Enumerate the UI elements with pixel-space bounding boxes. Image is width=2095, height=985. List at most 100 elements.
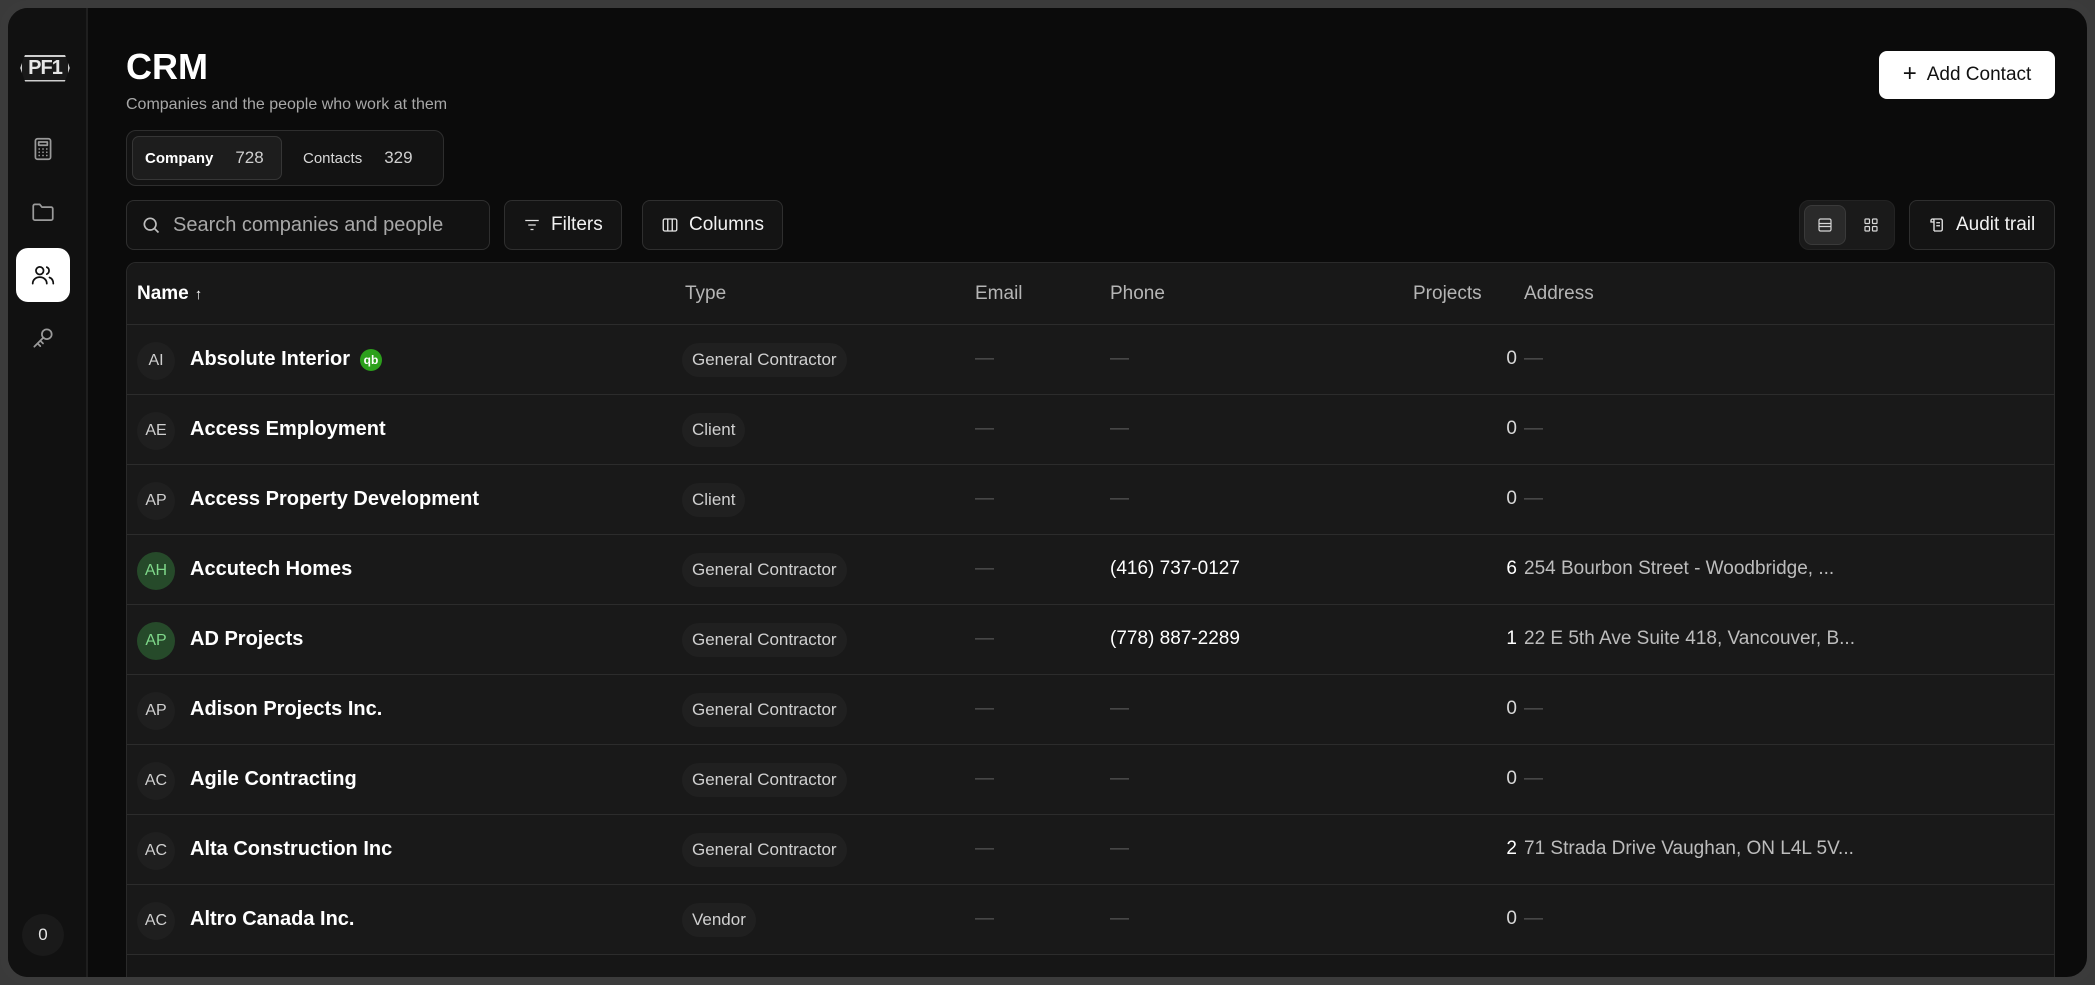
column-header-projects[interactable]: Projects (1413, 283, 1482, 305)
email-cell: — (975, 908, 994, 929)
projects-cell: 1 (1506, 628, 1517, 649)
company-name[interactable]: Absolute Interior qb (190, 348, 383, 371)
phone-cell: (778) 887-2289 (1110, 628, 1240, 649)
logo-text: PF1 (20, 54, 70, 82)
projects-cell: 0 (1506, 768, 1517, 789)
app-logo[interactable]: PF1 (16, 54, 74, 82)
company-name[interactable]: Alta Construction Inc (190, 838, 392, 861)
avatar: AC (137, 832, 175, 870)
company-name-text: Access Property Development (190, 488, 480, 510)
column-header-name[interactable]: Name ↑ (137, 283, 202, 305)
nav-projects[interactable] (16, 185, 70, 239)
company-name[interactable]: Altro Canada Inc. (190, 908, 354, 931)
company-name-text: Access Employment (190, 418, 386, 440)
columns-button[interactable]: Columns (642, 200, 783, 250)
projects-cell: 0 (1506, 418, 1517, 439)
avatar: AC (137, 762, 175, 800)
company-name[interactable]: Access Employment (190, 418, 386, 441)
table-row[interactable]: AI Absolute Interior qb General Contractor —… (127, 325, 2054, 395)
phone-cell: — (1110, 838, 1129, 859)
nav-calculator[interactable] (16, 122, 70, 176)
avatar: AC (137, 902, 175, 940)
audit-trail-label: Audit trail (1956, 214, 2036, 235)
table-row[interactable]: AP AD Projects General Contractor — (778) 88… (127, 605, 2054, 675)
company-name[interactable]: Access Property Development (190, 488, 479, 511)
table-row[interactable]: AC Agile Contracting General Contractor — — 0… (127, 745, 2054, 815)
nav-keys[interactable] (16, 311, 70, 365)
nav-crm[interactable] (16, 248, 70, 302)
company-name[interactable]: Adison Projects Inc. (190, 698, 382, 721)
company-name-text: Alta Construction Inc (190, 838, 393, 860)
companies-table: Name ↑ Type Email Phone Projects Address … (126, 262, 2055, 977)
phone-cell: — (1110, 348, 1129, 369)
grid-view-icon (1864, 218, 1878, 232)
email-cell: — (975, 488, 994, 509)
column-header-phone[interactable]: Phone (1110, 283, 1165, 305)
projects-cell: 6 (1506, 558, 1517, 579)
email-cell: — (975, 768, 994, 789)
table-row[interactable]: AC Altro Canada Inc. Vendor — — 0 — (127, 885, 2054, 955)
column-header-email[interactable]: Email (975, 283, 1023, 305)
list-view-button[interactable] (1804, 205, 1846, 245)
tab-label: Contacts (303, 149, 363, 167)
filters-button[interactable]: Filters (504, 200, 622, 250)
phone-cell: — (1110, 488, 1129, 509)
company-name-text: Accutech Homes (190, 558, 353, 580)
search-icon (143, 217, 160, 234)
address-cell: — (1524, 768, 1543, 789)
phone-cell: — (1110, 768, 1129, 789)
columns-icon (662, 218, 678, 232)
type-badge: Vendor (682, 903, 756, 937)
avatar: AI (137, 342, 175, 380)
calculator-icon (34, 137, 52, 161)
type-badge: Client (682, 413, 746, 447)
sidebar: PF1 0 (8, 8, 88, 977)
tab-contacts[interactable]: Contacts 329 (291, 136, 439, 180)
address-cell: 22 E 5th Ave Suite 418, Vancouver, B... (1524, 628, 1855, 649)
add-contact-button[interactable]: + Add Contact (1879, 51, 2055, 99)
type-badge: General Contractor (682, 763, 847, 797)
entity-tabs: Company 728 Contacts 329 (126, 130, 444, 186)
projects-cell: 0 (1506, 488, 1517, 509)
column-header-type[interactable]: Type (685, 283, 726, 305)
email-cell: — (975, 628, 994, 649)
table-row[interactable]: AE Access Employment Client — — 0 — (127, 395, 2054, 465)
projects-cell: 0 (1506, 698, 1517, 719)
avatar: AP (137, 482, 175, 520)
tab-count: 728 (235, 148, 264, 167)
phone-cell: — (1110, 418, 1129, 439)
table-row[interactable]: AH Accutech Homes General Contractor — (416)… (127, 535, 2054, 605)
app-window: PF1 0 CRM Companies and the people who w… (0, 0, 2095, 985)
search-input[interactable] (173, 213, 473, 237)
phone-cell: — (1110, 698, 1129, 719)
table-header: Name ↑ Type Email Phone Projects Address (127, 263, 2054, 325)
tab-company[interactable]: Company 728 (132, 136, 282, 180)
email-cell: — (975, 558, 994, 579)
phone-cell: — (1110, 908, 1129, 929)
column-header-address[interactable]: Address (1524, 283, 1594, 305)
notification-counter[interactable]: 0 (22, 914, 64, 956)
company-name[interactable]: Agile Contracting (190, 768, 357, 791)
company-name-text: AD Projects (190, 628, 304, 650)
filters-label: Filters (551, 214, 603, 235)
avatar: AE (137, 412, 175, 450)
avatar: AH (137, 552, 175, 590)
email-cell: — (975, 418, 994, 439)
table-row[interactable]: AC Alta Construction Inc General Contracto… (127, 815, 2054, 885)
tab-label: Company (145, 149, 214, 167)
page-title: CRM (126, 46, 208, 87)
company-name-text: Agile Contracting (190, 768, 357, 790)
type-badge: Client (682, 483, 746, 517)
type-badge: General Contractor (682, 343, 847, 377)
audit-trail-button[interactable]: Audit trail (1909, 200, 2055, 250)
folder-icon (32, 203, 54, 221)
key-icon (33, 328, 53, 348)
company-name[interactable]: AD Projects (190, 628, 303, 651)
table-row[interactable]: AP Access Property Development Client — — 0 — (127, 465, 2054, 535)
address-cell: — (1524, 348, 1543, 369)
company-name[interactable]: Accutech Homes (190, 558, 352, 581)
company-name-text: Adison Projects Inc. (190, 698, 383, 720)
table-row[interactable]: AP Adison Projects Inc. General Contractor… (127, 675, 2054, 745)
users-icon (31, 266, 55, 285)
grid-view-button[interactable] (1850, 205, 1892, 245)
